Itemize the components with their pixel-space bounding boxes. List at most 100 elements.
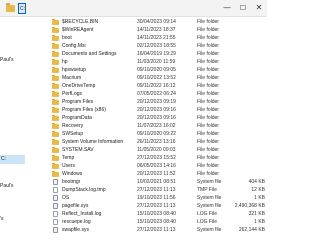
file-row[interactable]: Config.Msi 02/12/2023 18:55 File folder xyxy=(25,43,267,50)
file-date: 11/07/2023 16:02 xyxy=(137,123,176,129)
file-row[interactable]: pagefile.sys 27/12/2023 11:13 System file 2… xyxy=(25,203,267,210)
file-row[interactable]: Reflect_Install.log 15/10/2023 08:40 LOG F… xyxy=(25,211,267,218)
file-date: 20/12/2023 11:52 xyxy=(137,171,176,177)
file-name: swapfile.sys xyxy=(62,227,89,233)
file-type: System file xyxy=(197,203,222,209)
file-icon xyxy=(53,195,58,201)
file-type: File folder xyxy=(197,51,219,57)
file-date: 27/12/2023 11:13 xyxy=(137,203,176,209)
file-icon xyxy=(53,203,58,209)
file-date: 09/11/2022 16:12 xyxy=(137,83,176,89)
folder-icon xyxy=(52,43,59,49)
folder-icon xyxy=(52,163,59,169)
file-date: 14/11/2023 18:37 xyxy=(137,27,176,33)
file-name: Users xyxy=(62,163,76,169)
file-icon xyxy=(53,227,58,233)
file-icon xyxy=(53,179,58,185)
file-row[interactable]: System Volume Information 26/11/2023 13:1… xyxy=(25,139,267,146)
file-type: File folder xyxy=(197,59,219,65)
tab-label: C: xyxy=(20,6,25,12)
file-name: Program Files (x86) xyxy=(62,107,106,113)
file-type: File folder xyxy=(197,19,219,25)
folder-icon xyxy=(52,171,59,177)
file-date: 27/12/2023 15:52 xyxy=(137,155,176,161)
file-row[interactable]: swapfile.sys 27/12/2023 11:13 System file 2… xyxy=(25,227,267,234)
file-name: ProgramData xyxy=(62,115,92,121)
file-row[interactable]: Program Files 20/12/2023 09:19 File folder xyxy=(25,99,267,106)
file-date: 09/10/2022 13:52 xyxy=(137,75,176,81)
file-name: SWSetup xyxy=(62,131,84,137)
file-row[interactable]: bootmgr 10/02/2021 08:51 System file 404 KB xyxy=(25,179,267,186)
maximize-button[interactable]: ☐ xyxy=(238,3,248,13)
file-type: File folder xyxy=(197,75,219,81)
file-size: 1 KB xyxy=(254,195,265,201)
sidebar-item-paul-3[interactable]: 's xyxy=(0,216,3,222)
file-name: rescuepe.log xyxy=(62,219,91,225)
file-name: Program Files xyxy=(62,99,94,105)
file-icon xyxy=(53,211,58,217)
file-row[interactable]: Users 06/05/2023 14:16 File folder xyxy=(25,163,267,170)
file-row[interactable]: boot 14/11/2023 21:55 File folder xyxy=(25,35,267,42)
folder-icon xyxy=(52,139,59,145)
file-row[interactable]: PerfLogs 07/05/2022 06:24 File folder xyxy=(25,91,267,98)
file-name: Recovery xyxy=(62,123,84,129)
file-icon xyxy=(53,187,58,193)
sidebar-item-paul-1[interactable]: Paul's xyxy=(0,57,13,63)
file-name: pagefile.sys xyxy=(62,203,89,209)
file-size: 1 KB xyxy=(254,219,265,225)
file-date: 15/10/2023 08:40 xyxy=(137,219,176,225)
folder-icon xyxy=(52,107,59,113)
file-row[interactable]: OneDriveTemp 09/11/2022 16:12 File folder xyxy=(25,83,267,90)
file-row[interactable]: Recovery 11/07/2023 16:02 File folder xyxy=(25,123,267,130)
file-date: 09/10/2020 09:22 xyxy=(137,131,176,137)
file-row[interactable]: hpswsetup 09/10/2020 09:05 File folder xyxy=(25,67,267,74)
folder-icon xyxy=(52,51,59,57)
file-name: Config.Msi xyxy=(62,43,86,49)
file-type: File folder xyxy=(197,115,219,121)
file-row[interactable]: Macrium 09/10/2022 13:52 File folder xyxy=(25,75,267,82)
file-row[interactable]: SYSTEM.SAV 11/05/2020 09:03 File folder xyxy=(25,147,267,154)
file-name: $RECYCLE.BIN xyxy=(62,19,99,25)
file-size: 404 KB xyxy=(248,179,265,185)
file-row[interactable]: $WinREAgent 14/11/2023 18:37 File folder xyxy=(25,27,267,34)
file-size: 262,144 KB xyxy=(238,227,265,233)
navigation-pane: Paul's C: Paul's 's xyxy=(0,17,25,250)
folder-icon xyxy=(6,3,15,12)
folder-icon xyxy=(52,99,59,105)
file-row[interactable]: $RECYCLE.BIN 30/04/2023 09:14 File folder xyxy=(25,19,267,26)
file-date: 11/05/2020 09:03 xyxy=(137,147,176,153)
file-row[interactable]: ProgramData 20/12/2023 09:16 File folder xyxy=(25,115,267,122)
file-type: TMP File xyxy=(197,187,217,193)
file-name: PerfLogs xyxy=(62,91,83,97)
file-name: bootmgr xyxy=(62,179,81,185)
file-type: File folder xyxy=(197,35,219,41)
file-row[interactable]: Windows 20/12/2023 11:52 File folder xyxy=(25,171,267,178)
file-row[interactable]: SWSetup 09/10/2020 09:22 File folder xyxy=(25,131,267,138)
sidebar-item-drive-c[interactable]: C: xyxy=(0,155,25,164)
file-row[interactable]: DumpStack.log.tmp 27/12/2023 11:13 TMP Fil… xyxy=(25,187,267,194)
file-date: 27/12/2023 11:13 xyxy=(137,227,176,233)
minimize-button[interactable]: — xyxy=(222,3,232,13)
file-type: LOG File xyxy=(197,211,218,217)
file-name: Documents and Settings xyxy=(62,51,117,57)
file-row[interactable]: Program Files (x86) 20/12/2023 09:16 File … xyxy=(25,107,267,114)
file-date: 11/03/2020 11:59 xyxy=(137,59,176,65)
file-row[interactable]: Documents and Settings 16/04/2019 19:29 Fi… xyxy=(25,51,267,58)
file-type: File folder xyxy=(197,131,219,137)
file-row[interactable]: Temp 27/12/2023 15:52 File folder xyxy=(25,155,267,162)
sidebar-item-paul-2[interactable]: Paul's xyxy=(0,183,13,189)
file-row[interactable]: hp 11/03/2020 11:59 File folder xyxy=(25,59,267,66)
folder-icon xyxy=(52,59,59,65)
file-name: Windows xyxy=(62,171,83,177)
tab-drive-c[interactable]: C: xyxy=(18,3,26,14)
file-name: System Volume Information xyxy=(62,139,124,145)
file-row[interactable]: OS 19/10/2023 11:56 System file 1 KB xyxy=(25,195,267,202)
file-name: hpswsetup xyxy=(62,67,86,73)
close-button[interactable]: ✕ xyxy=(254,3,264,13)
folder-icon xyxy=(52,91,59,97)
file-list: $RECYCLE.BIN 30/04/2023 09:14 File folder $… xyxy=(25,17,267,250)
file-type: File folder xyxy=(197,147,219,153)
file-name: Macrium xyxy=(62,75,82,81)
file-row[interactable]: rescuepe.log 15/10/2023 08:40 LOG File 1 KB xyxy=(25,219,267,226)
file-type: File folder xyxy=(197,139,219,145)
